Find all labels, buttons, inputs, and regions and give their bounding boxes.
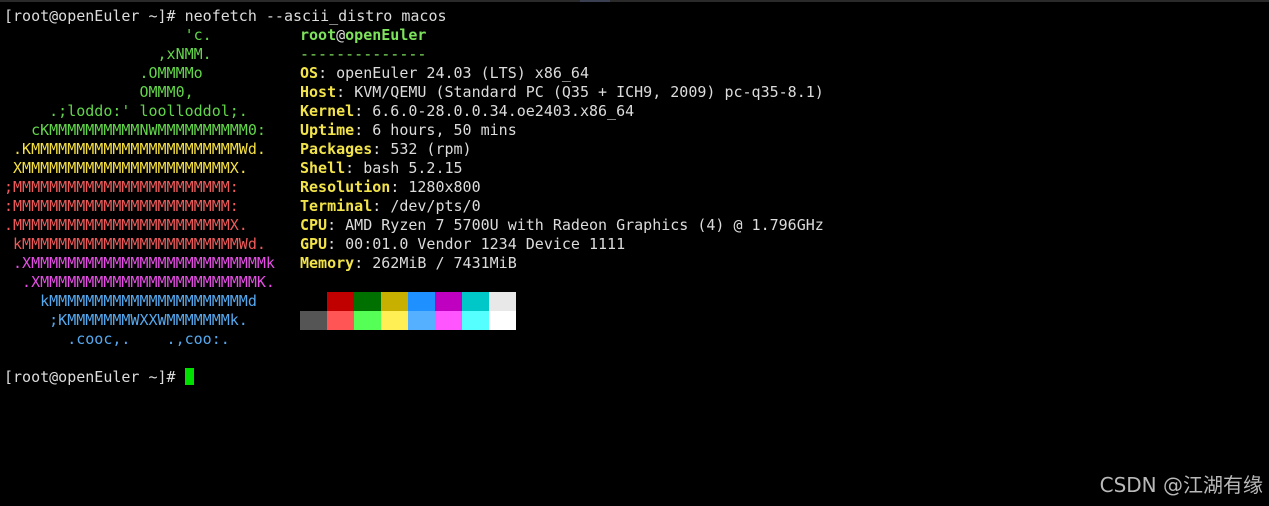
- info-colon: :: [327, 235, 346, 253]
- logo-line: XMMMMMMMMMMMMMMMMMMMMMMMX.: [4, 159, 248, 177]
- info-value: bash 5.2.15: [363, 159, 463, 177]
- info-key: Resolution: [300, 178, 391, 196]
- info-fields: OS: openEuler 24.03 (LTS) x86_64 Host: KV…: [300, 64, 824, 273]
- info-colon: :: [345, 159, 364, 177]
- info-key: GPU: [300, 235, 328, 253]
- info-colon: :: [354, 102, 373, 120]
- logo-line: .KMMMMMMMMMMMMMMMMMMMMMMMWd.: [4, 140, 266, 158]
- shell-prompt: [root@openEuler ~]#: [4, 368, 185, 386]
- info-row-memory: Memory: 262MiB / 7431MiB: [300, 254, 824, 273]
- color-swatch: [489, 292, 516, 311]
- info-value: 1280x800: [408, 178, 481, 196]
- logo-line: .XMMMMMMMMMMMMMMMMMMMMMMMMMMk: [4, 254, 275, 272]
- info-row-os: OS: openEuler 24.03 (LTS) x86_64: [300, 64, 824, 83]
- info-value: openEuler 24.03 (LTS) x86_64: [336, 64, 589, 82]
- user-host-line: root@openEuler: [300, 26, 824, 45]
- logo-line: OMMM0,: [4, 83, 194, 101]
- info-row-gpu: GPU: 00:01.0 Vendor 1234 Device 1111: [300, 235, 824, 254]
- info-key: Terminal: [300, 197, 373, 215]
- info-row-host: Host: KVM/QEMU (Standard PC (Q35 + ICH9,…: [300, 83, 824, 102]
- logo-line: .OMMMMo: [4, 64, 203, 82]
- logo-line: :MMMMMMMMMMMMMMMMMMMMMMMM:: [4, 197, 239, 215]
- info-colon: :: [372, 140, 391, 158]
- window-top-border: [0, 0, 1269, 2]
- color-swatch: [300, 311, 327, 330]
- color-swatch: [408, 292, 435, 311]
- logo-line: ;MMMMMMMMMMMMMMMMMMMMMMMM:: [4, 178, 239, 196]
- logo-line: .XMMMMMMMMMMMMMMMMMMMMMMMMK.: [4, 273, 275, 291]
- info-row-terminal: Terminal: /dev/pts/0: [300, 197, 824, 216]
- color-swatch: [300, 292, 327, 311]
- info-colon: :: [327, 216, 346, 234]
- info-row-kernel: Kernel: 6.6.0-28.0.0.34.oe2403.x86_64: [300, 102, 824, 121]
- terminal-output[interactable]: [root@openEuler ~]# neofetch --ascii_dis…: [4, 7, 1269, 26]
- logo-line: .;loddo:' loolloddol;.: [4, 102, 248, 120]
- logo-line: .MMMMMMMMMMMMMMMMMMMMMMMMX.: [4, 216, 248, 234]
- color-swatch: [354, 311, 381, 330]
- info-row-resolution: Resolution: 1280x800: [300, 178, 824, 197]
- info-row-cpu: CPU: AMD Ryzen 7 5700U with Radeon Graph…: [300, 216, 824, 235]
- at-sign: @: [336, 26, 346, 44]
- color-palette-row-1: [300, 292, 516, 311]
- logo-line: kMMMMMMMMMMMMMMMMMMMMMMd: [4, 292, 257, 310]
- info-key: Uptime: [300, 121, 355, 139]
- color-swatch: [381, 292, 408, 311]
- logo-line: ;KMMMMMMMWXXWMMMMMMMk.: [4, 311, 248, 329]
- info-key: Memory: [300, 254, 355, 272]
- info-colon: :: [354, 254, 373, 272]
- logo-line: .cooc,. .,coo:.: [4, 330, 230, 348]
- info-key: CPU: [300, 216, 328, 234]
- info-value: KVM/QEMU (Standard PC (Q35 + ICH9, 2009)…: [354, 83, 824, 101]
- color-swatch: [462, 292, 489, 311]
- watermark: CSDN @江湖有缘: [1099, 473, 1263, 497]
- color-swatch: [435, 292, 462, 311]
- color-swatch: [489, 311, 516, 330]
- info-row-packages: Packages: 532 (rpm): [300, 140, 824, 159]
- command-line: [root@openEuler ~]# neofetch --ascii_dis…: [4, 7, 447, 25]
- info-value: 00:01.0 Vendor 1234 Device 1111: [345, 235, 626, 253]
- info-row-shell: Shell: bash 5.2.15: [300, 159, 824, 178]
- color-swatch: [408, 311, 435, 330]
- ascii-logo: 'c. ,xNMM. .OMMMMo OMMM0, .;loddo:' lool…: [4, 26, 275, 349]
- separator-line: --------------: [300, 45, 427, 63]
- info-key: OS: [300, 64, 319, 82]
- color-swatch: [327, 292, 354, 311]
- logo-line: kMMMMMMMMMMMMMMMMMMMMMMMMWd.: [4, 235, 266, 253]
- info-value: 6 hours, 50 mins: [372, 121, 517, 139]
- color-swatch: [327, 311, 354, 330]
- info-colon: :: [390, 178, 409, 196]
- info-key: Host: [300, 83, 337, 101]
- info-value: /dev/pts/0: [390, 197, 481, 215]
- info-colon: :: [318, 64, 337, 82]
- color-swatch: [354, 292, 381, 311]
- info-colon: :: [336, 83, 355, 101]
- color-palette-row-2: [300, 311, 516, 330]
- color-swatch: [435, 311, 462, 330]
- logo-line: cKMMMMMMMMMMNWMMMMMMMMMM0:: [4, 121, 266, 139]
- info-value: 532 (rpm): [390, 140, 472, 158]
- info-colon: :: [372, 197, 391, 215]
- info-key: Packages: [300, 140, 373, 158]
- system-info-panel: root@openEuler -------------- OS: openEu…: [300, 26, 824, 273]
- hostname: openEuler: [345, 26, 427, 44]
- info-value: 6.6.0-28.0.0.34.oe2403.x86_64: [372, 102, 635, 120]
- info-key: Shell: [300, 159, 346, 177]
- logo-line: ,xNMM.: [4, 45, 212, 63]
- text-cursor: [184, 368, 194, 385]
- color-swatch: [381, 311, 408, 330]
- color-swatch: [462, 311, 489, 330]
- info-row-uptime: Uptime: 6 hours, 50 mins: [300, 121, 824, 140]
- info-value: 262MiB / 7431MiB: [372, 254, 517, 272]
- prompt-area[interactable]: [root@openEuler ~]#: [4, 368, 1269, 387]
- info-key: Kernel: [300, 102, 355, 120]
- logo-line: 'c.: [4, 26, 212, 44]
- info-value: AMD Ryzen 7 5700U with Radeon Graphics (…: [345, 216, 824, 234]
- username: root: [300, 26, 337, 44]
- prompt-line[interactable]: [root@openEuler ~]#: [4, 368, 1269, 387]
- info-colon: :: [354, 121, 373, 139]
